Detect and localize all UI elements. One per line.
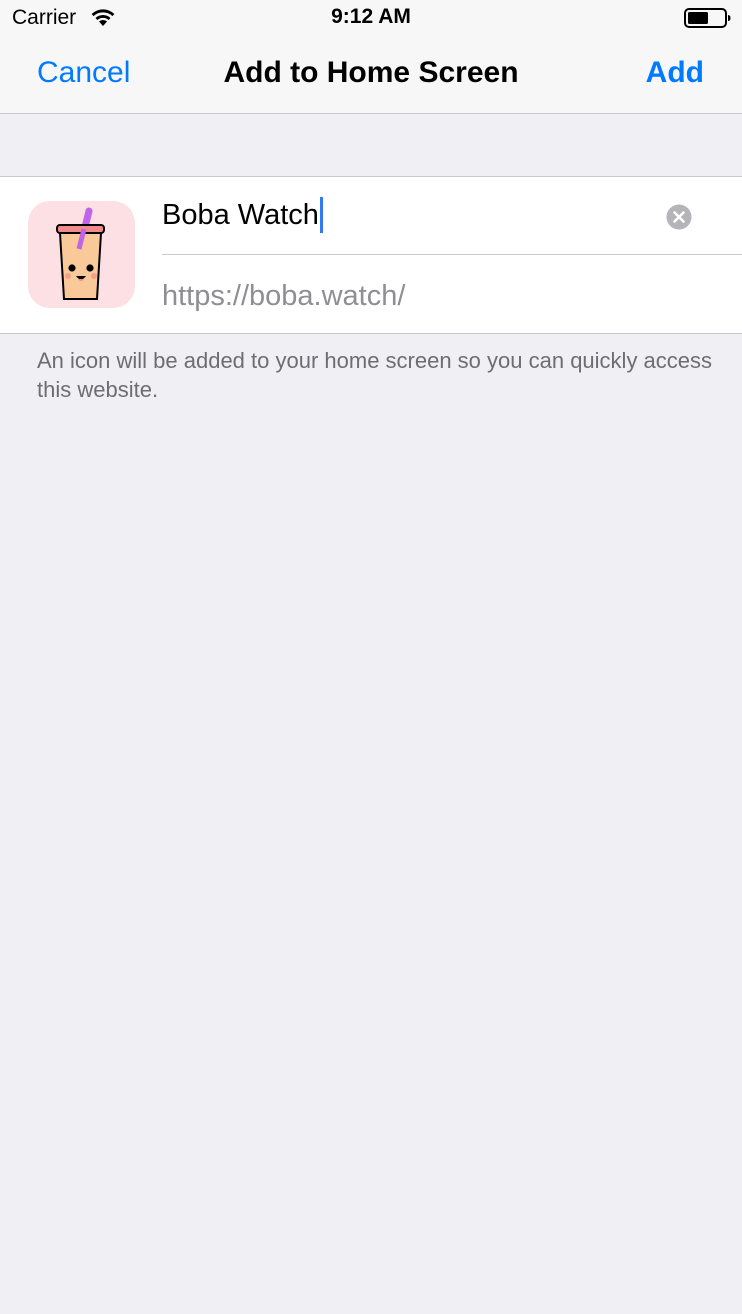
bookmark-form: Boba Watch https://boba.watch/ [0,176,742,334]
add-button[interactable]: Add [646,56,704,90]
page-title: Add to Home Screen [223,56,519,89]
battery-icon [684,7,732,29]
footer-note: An icon will be added to your home scree… [37,348,713,402]
name-field-row: Boba Watch [162,177,742,255]
name-input[interactable]: Boba Watch [162,197,323,233]
url-label: https://boba.watch/ [162,280,406,312]
name-input-value: Boba Watch [162,199,319,231]
clear-text-icon[interactable] [666,204,692,230]
text-caret [319,197,323,233]
add-to-home-screen: Carrier 9:12 AM Cancel Add to Home Scree… [0,0,742,1314]
navigation-bar: Cancel Add to Home Screen Add [0,36,742,114]
clock: 9:12 AM [331,5,411,28]
boba-cup-icon [28,201,135,308]
status-bar: Carrier 9:12 AM [0,0,742,36]
